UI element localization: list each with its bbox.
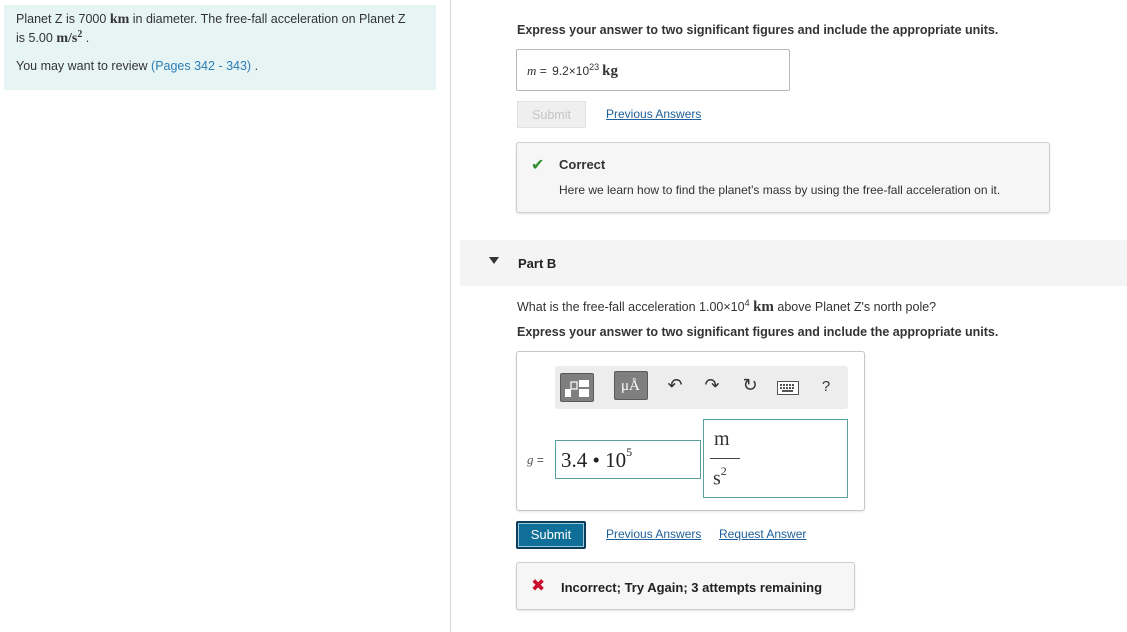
part-b-header[interactable]: Part B: [460, 240, 1127, 286]
help-icon[interactable]: ?: [816, 378, 836, 395]
answer-exponent: 23: [589, 62, 600, 72]
part-b-feedback-box: ✖ Incorrect; Try Again; 3 attempts remai…: [516, 562, 855, 610]
feedback-title: Correct: [559, 157, 606, 172]
question-text: What is the free-fall acceleration 1.00×…: [517, 300, 745, 315]
checkmark-icon: ✔: [531, 157, 545, 174]
math-toolbar: μÅ ↶ ↷ ↻ ?: [555, 366, 848, 409]
part-a-instruction: Express your answer to two significant f…: [517, 23, 999, 37]
equals-sign: =: [533, 453, 544, 467]
part-a-answer-field: m = 9.2×1023 kg: [516, 49, 790, 91]
collapse-triangle-icon[interactable]: [489, 257, 499, 264]
equals-sign: =: [536, 64, 551, 78]
answer-value: 9.2×10: [552, 64, 590, 78]
part-a-previous-answers-link[interactable]: Previous Answers: [606, 107, 701, 121]
units-button[interactable]: μÅ: [614, 371, 648, 400]
part-b-instruction: Express your answer to two significant f…: [517, 325, 999, 339]
part-a-feedback-box: ✔ Correct Here we learn how to find the …: [516, 142, 1050, 213]
value-input[interactable]: 3.4 • 105: [555, 440, 701, 479]
request-answer-link[interactable]: Request Answer: [719, 527, 806, 541]
fraction-bar: [710, 458, 740, 459]
part-b-previous-answers-link[interactable]: Previous Answers: [606, 527, 701, 541]
feedback-message: Incorrect; Try Again; 3 attempts remaini…: [561, 580, 823, 595]
keyboard-icon[interactable]: [777, 381, 799, 395]
answer-variable: m: [527, 63, 537, 78]
review-text: .: [251, 59, 259, 74]
unit-numerator: m: [714, 428, 730, 450]
reset-icon[interactable]: ↻: [740, 375, 760, 396]
templates-button[interactable]: [560, 373, 594, 402]
undo-icon[interactable]: ↶: [665, 375, 685, 396]
problem-line-1: Planet Z is 7000 km in diameter. The fre…: [16, 12, 424, 27]
review-text: You may want to review: [16, 59, 152, 74]
review-line: You may want to review (Pages 342 - 343)…: [16, 59, 424, 74]
unit-denominator-base: s: [713, 467, 721, 490]
problem-text: .: [82, 31, 90, 46]
question-text: above Planet Z's north pole?: [773, 300, 937, 315]
problem-text: in diameter. The free-fall acceleration …: [129, 12, 406, 26]
problem-line-2: is 5.00 m/s2 .: [16, 27, 424, 46]
redo-icon[interactable]: ↷: [702, 375, 722, 396]
mu-angstrom-icon: μÅ: [621, 378, 640, 394]
value-exponent: 5: [626, 445, 633, 459]
variable-label: g =: [527, 452, 544, 468]
panel-divider: [450, 0, 451, 632]
part-b-submit-button[interactable]: Submit: [516, 521, 586, 549]
part-b-label: Part B: [518, 256, 557, 271]
diameter-unit: km: [109, 12, 130, 27]
unit-denominator-exponent: 2: [720, 464, 727, 478]
incorrect-x-icon: ✖: [531, 576, 546, 595]
unit-denominator: s2: [713, 464, 727, 491]
review-pages-link[interactable]: (Pages 342 - 343): [151, 59, 251, 73]
problem-text: is 5.00: [16, 31, 57, 46]
part-b-question: What is the free-fall acceleration 1.00×…: [517, 298, 936, 316]
units-input[interactable]: m s2: [703, 419, 848, 498]
problem-text: Planet Z is 7000: [16, 12, 110, 26]
feedback-message: Here we learn how to find the planet's m…: [559, 183, 1001, 197]
question-unit: km: [753, 299, 774, 316]
acceleration-unit: m/s: [56, 31, 78, 47]
value-mantissa: 3.4 • 10: [561, 448, 627, 472]
question-exponent: 4: [744, 298, 750, 308]
answer-unit: kg: [602, 63, 618, 79]
part-a-submit-button: Submit: [517, 101, 586, 128]
problem-statement-panel: Planet Z is 7000 km in diameter. The fre…: [4, 5, 436, 90]
fraction-template-icon: [565, 380, 589, 397]
